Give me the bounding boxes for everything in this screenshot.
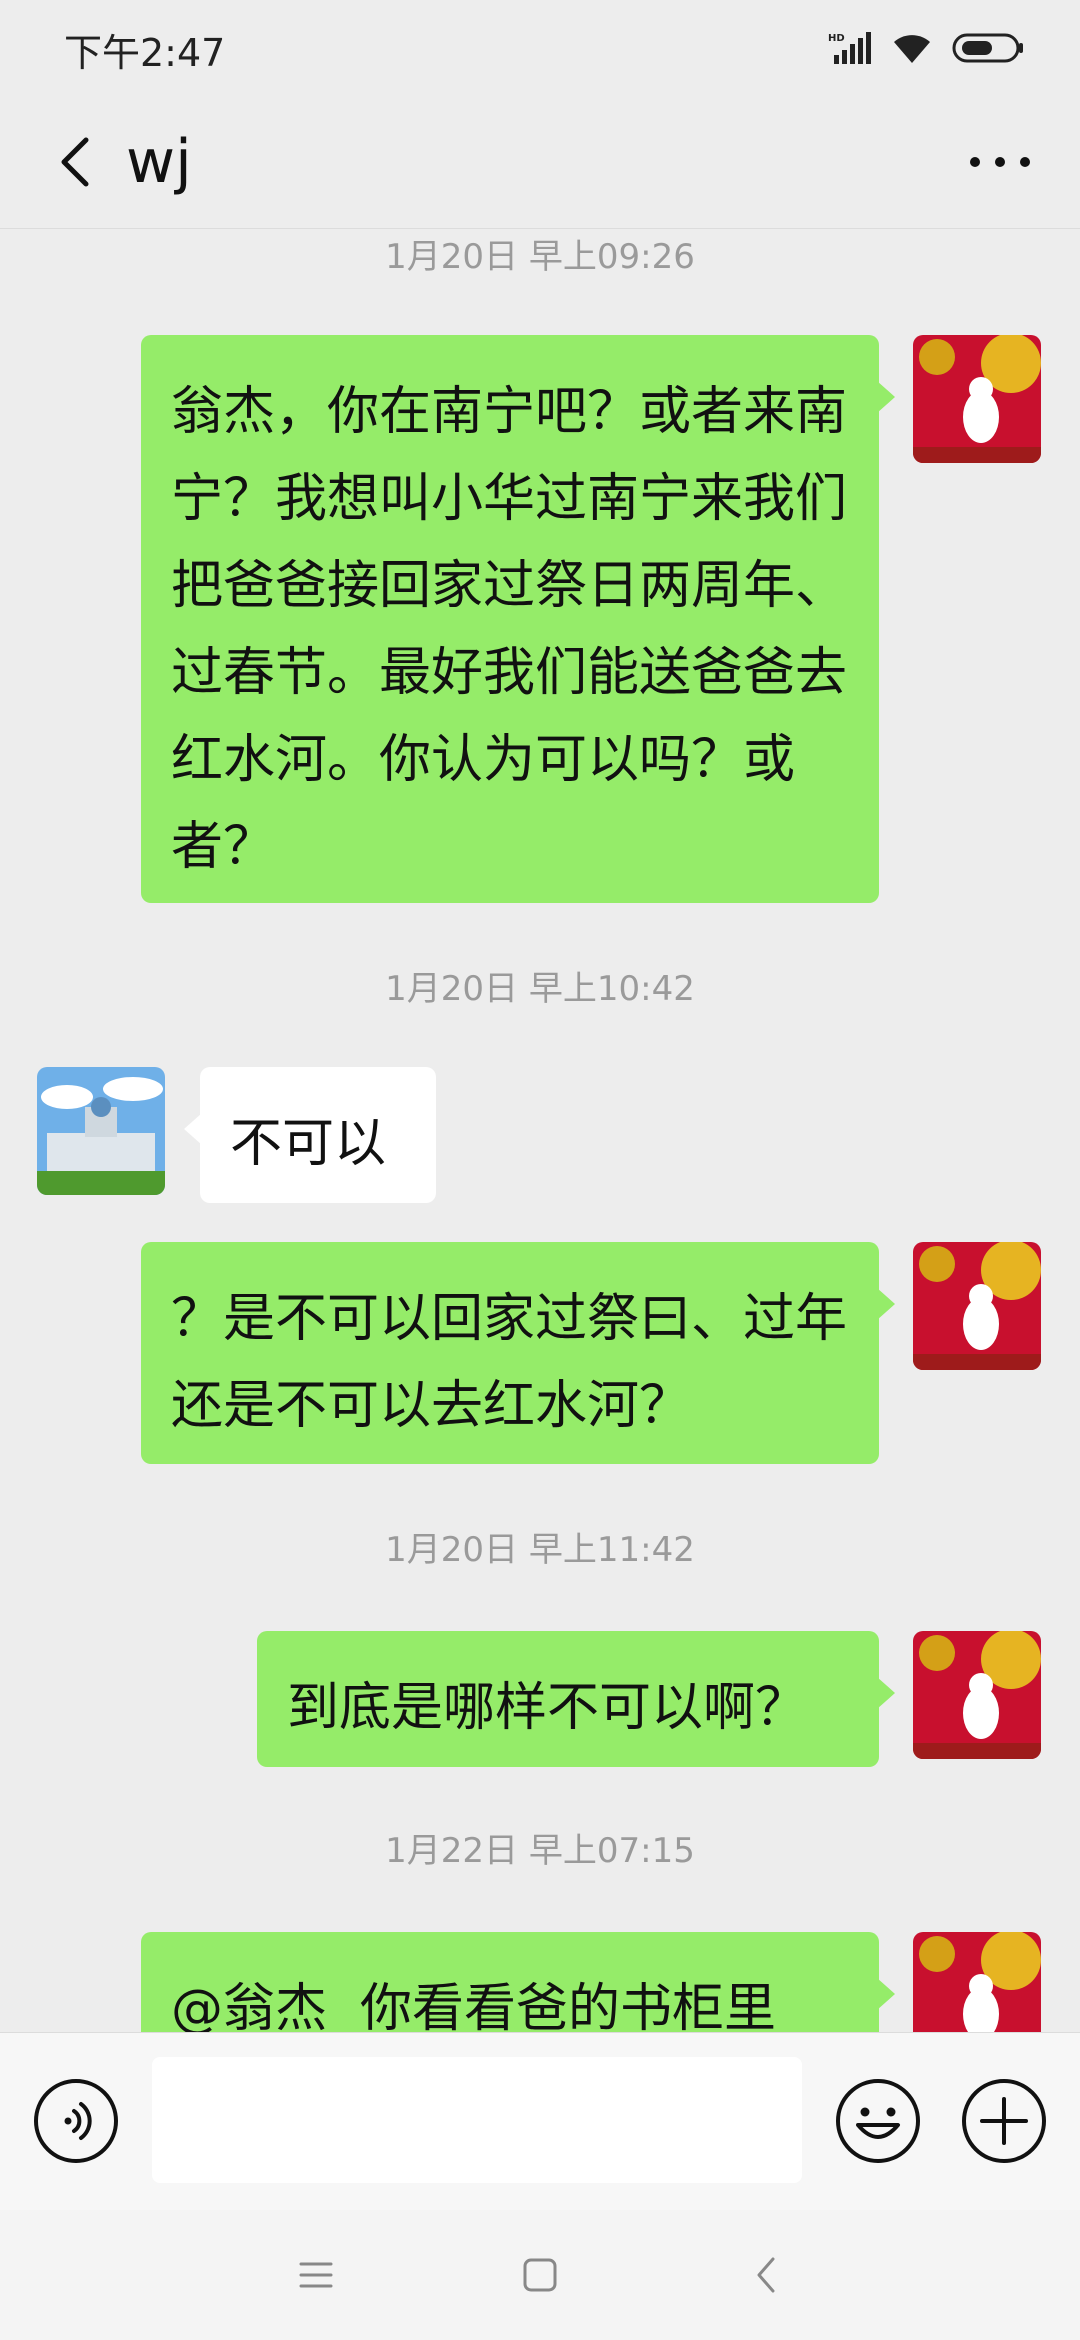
input-bar: [0, 2032, 1080, 2211]
message-list[interactable]: 1月20日 早上09:26 翁杰，你在南宁吧？或者来南宁？我想叫小华过南宁来我们…: [0, 229, 1080, 2032]
avatar-image: [37, 1067, 165, 1195]
message-bubble-sent[interactable]: ？是不可以回家过祭曰、过年还是不可以去红水河？: [141, 1242, 895, 1464]
back-arrow-icon: [61, 137, 89, 187]
message-bubble-sent[interactable]: 到底是哪样不可以啊？: [257, 1631, 895, 1767]
emoji-button[interactable]: [834, 2077, 922, 2165]
nav-home-button[interactable]: [510, 2245, 570, 2305]
message-timestamp: 1月20日 早上09:26: [385, 237, 695, 277]
chat-title: wj: [126, 127, 192, 197]
contact-avatar[interactable]: [37, 1067, 165, 1195]
home-square-icon: [523, 2258, 557, 2292]
status-time: 下午2:47: [64, 31, 226, 75]
avatar-image: [913, 1631, 1041, 1759]
battery-icon: [952, 33, 1023, 63]
message-bubble-received[interactable]: 不可以: [184, 1067, 436, 1203]
status-bar: 下午2:47 HD: [0, 0, 1080, 96]
menu-icon: [299, 2262, 333, 2288]
nav-back-button[interactable]: [736, 2245, 796, 2305]
avatar-image: [913, 335, 1041, 463]
more-functions-button[interactable]: [960, 2077, 1048, 2165]
hd-label: HD: [828, 33, 845, 44]
status-icons: HD: [828, 28, 1024, 68]
wifi-icon: [894, 35, 930, 63]
message-bubble-sent[interactable]: @翁杰 你看看爸的书柜里: [141, 1932, 895, 2032]
more-options-button[interactable]: [950, 118, 1050, 206]
message-timestamp: 1月20日 早上10:42: [385, 969, 695, 1009]
chat-header: wj: [0, 96, 1080, 229]
my-avatar[interactable]: [913, 1631, 1041, 1759]
more-dots-icon: [970, 157, 1030, 167]
nav-menu-button[interactable]: [286, 2245, 346, 2305]
signal-icon: HD: [828, 32, 871, 64]
my-avatar[interactable]: [913, 335, 1041, 463]
nav-back-icon: [757, 2257, 775, 2293]
plus-icon: [962, 2079, 1046, 2163]
message-timestamp: 1月20日 早上11:42: [385, 1530, 695, 1570]
avatar-image: [913, 1932, 1041, 2032]
my-avatar[interactable]: [913, 1242, 1041, 1370]
message-input[interactable]: [152, 2057, 802, 2183]
avatar-image: [913, 1242, 1041, 1370]
emoji-icon: [836, 2079, 920, 2163]
voice-icon: [34, 2079, 118, 2163]
message-timestamp: 1月22日 早上07:15: [385, 1831, 695, 1871]
back-button[interactable]: [36, 118, 116, 206]
my-avatar[interactable]: [913, 1932, 1041, 2032]
system-nav-bar: [0, 2210, 1080, 2340]
message-bubble-sent[interactable]: 翁杰，你在南宁吧？或者来南宁？我想叫小华过南宁来我们把爸爸接回家过祭日两周年、过…: [141, 335, 895, 903]
voice-input-button[interactable]: [32, 2077, 120, 2165]
